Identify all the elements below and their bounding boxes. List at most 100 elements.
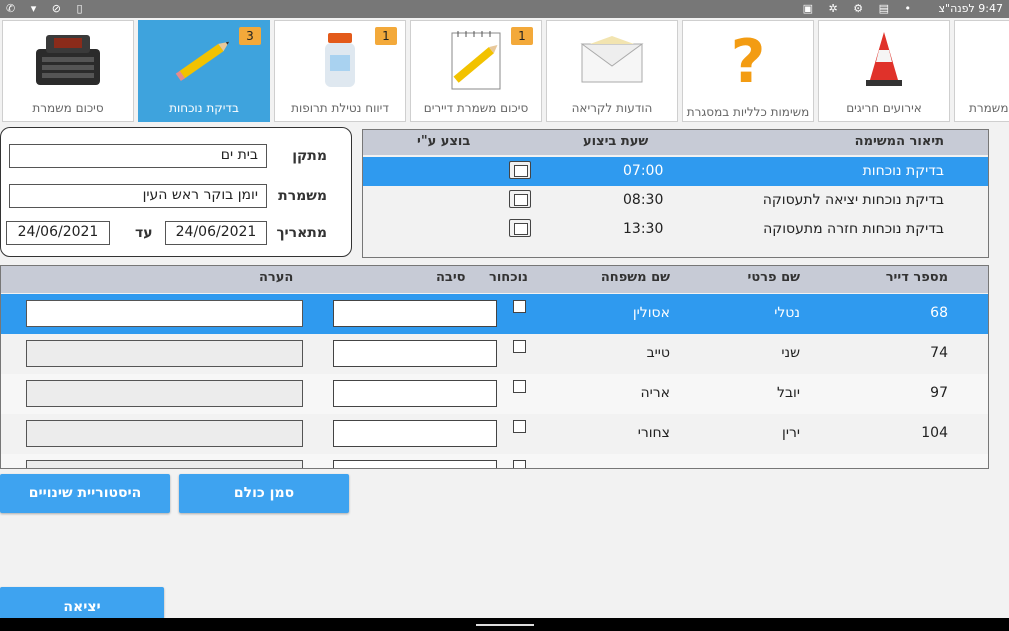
- note-input[interactable]: [26, 460, 303, 468]
- task-row[interactable]: בדיקת נוכחות חזרה מתעסוקה 13:30: [363, 215, 988, 244]
- to-date-field[interactable]: 24/06/2021: [6, 221, 110, 245]
- absent-checkbox[interactable]: [513, 420, 526, 433]
- partial-icon: ?: [955, 29, 1009, 91]
- task-description: בדיקת נוכחות: [862, 163, 944, 179]
- tile-shift[interactable]: ? משמרת: [954, 20, 1009, 122]
- note-input[interactable]: [26, 380, 303, 407]
- system-icons: ▣ ✲ ⚙ ▤ •: [802, 2, 917, 15]
- resident-first-name: ירין: [782, 425, 800, 441]
- resident-last-name: אסולין: [632, 305, 670, 321]
- tile-label: דיווח נטילת תרופות: [291, 101, 389, 115]
- envelope-icon: [547, 29, 677, 91]
- facility-field[interactable]: בית ים: [9, 144, 267, 168]
- tile-shift-summary[interactable]: סיכום משמרת: [2, 20, 134, 122]
- toolbar: סיכום משמרת 3 בדיקת נוכחות 1 דיווח נטילת…: [0, 20, 1009, 124]
- absent-checkbox[interactable]: [513, 300, 526, 313]
- mark-all-label: סמן כולם: [233, 485, 295, 501]
- task-checkbox[interactable]: [509, 190, 531, 208]
- note-input[interactable]: [26, 300, 303, 327]
- tile-incidents[interactable]: אירועים חריגים: [818, 20, 950, 122]
- tile-general-tasks[interactable]: ? משימות כלליות במסגרת: [682, 20, 814, 122]
- to-date-label: עד: [135, 225, 153, 241]
- resident-number: 74: [930, 345, 948, 361]
- svg-text:?: ?: [993, 35, 995, 74]
- task-row[interactable]: בדיקת נוכחות יציאה לתעסוקה 08:30: [363, 186, 988, 215]
- from-date-label: מתאריך: [276, 225, 327, 241]
- residents-table: מספר דייר שם פרטי שם משפחה נוכחור סיבה ה…: [0, 265, 989, 469]
- tile-label: בדיקת נוכחות: [169, 101, 239, 115]
- reason-input[interactable]: [333, 300, 497, 327]
- tile-label: משימות כלליות במסגרת: [686, 105, 810, 119]
- task-description: בדיקת נוכחות יציאה לתעסוקה: [762, 192, 944, 208]
- task-time: 07:00: [623, 163, 664, 179]
- col-reason: סיבה: [436, 270, 466, 285]
- from-date-field[interactable]: 24/06/2021: [165, 221, 267, 245]
- traffic-cone-icon: [819, 29, 949, 91]
- shift-field[interactable]: יומן בוקר ראש העין: [9, 184, 267, 208]
- reason-input[interactable]: [333, 460, 497, 468]
- resident-row-partial[interactable]: [1, 454, 988, 468]
- reason-input[interactable]: [333, 340, 497, 367]
- col-execution-time: שעת ביצוע: [583, 134, 649, 149]
- task-row[interactable]: בדיקת נוכחות 07:00: [363, 157, 988, 186]
- tile-label: משמרת: [969, 101, 1009, 115]
- svg-text:?: ?: [731, 30, 766, 90]
- question-mark-icon: ?: [683, 29, 813, 91]
- resident-first-name: שני: [781, 345, 800, 361]
- resident-last-name: אריה: [640, 385, 670, 401]
- tile-label: אירועים חריגים: [846, 101, 922, 115]
- resident-row[interactable]: 74 שני טייב: [1, 334, 988, 374]
- reason-input[interactable]: [333, 380, 497, 407]
- resident-last-name: טייב: [646, 345, 670, 361]
- tile-medication-report[interactable]: 1 דיווח נטילת תרופות: [274, 20, 406, 122]
- col-resident-number: מספר דייר: [885, 270, 948, 285]
- notification-icons: ✆ ▾ ⊘ ▯: [6, 2, 89, 15]
- absent-checkbox[interactable]: [513, 340, 526, 353]
- tile-label: סיכום משמרת דיירים: [423, 101, 529, 115]
- notepad-pencil-icon: [411, 29, 541, 91]
- pill-bottle-icon: [275, 29, 405, 91]
- task-time: 08:30: [623, 192, 664, 208]
- task-checkbox[interactable]: [509, 219, 531, 237]
- filter-panel: מתקן בית ים משמרת יומן בוקר ראש העין מתא…: [0, 127, 352, 257]
- col-first-name: שם פרטי: [747, 270, 800, 285]
- task-checkbox[interactable]: [509, 161, 531, 179]
- clock: 9:47 לפנה"צ: [938, 2, 1004, 15]
- note-input[interactable]: [26, 340, 303, 367]
- home-gesture-pill[interactable]: [476, 624, 534, 626]
- console-icon: [3, 29, 133, 91]
- shift-label: משמרת: [278, 188, 327, 204]
- resident-first-name: יובל: [777, 385, 800, 401]
- col-last-name: שם משפחה: [600, 270, 670, 285]
- absent-checkbox[interactable]: [513, 380, 526, 393]
- resident-row[interactable]: 104 ירין צחורי: [1, 414, 988, 454]
- resident-number: 104: [921, 425, 948, 441]
- navigation-bar: [0, 618, 1009, 631]
- tile-residents-shift-summary[interactable]: 1 סיכום משמרת דיירים: [410, 20, 542, 122]
- resident-row[interactable]: 68 נטלי אסולין: [1, 294, 988, 334]
- tile-attendance-check[interactable]: 3 בדיקת נוכחות: [138, 20, 270, 122]
- change-history-button[interactable]: היסטוריית שינויים: [0, 474, 170, 513]
- mark-all-button[interactable]: סמן כולם: [179, 474, 349, 513]
- tasks-table: תיאור המשימה שעת ביצוע בוצע ע"י בדיקת נו…: [362, 129, 989, 258]
- task-description: בדיקת נוכחות חזרה מתעסוקה: [763, 221, 944, 237]
- tile-label: סיכום משמרת: [32, 101, 104, 115]
- resident-last-name: צחורי: [637, 425, 670, 441]
- pencil-icon: [139, 29, 269, 91]
- resident-first-name: נטלי: [774, 305, 800, 321]
- reason-input[interactable]: [333, 420, 497, 447]
- facility-label: מתקן: [292, 148, 327, 164]
- residents-header: מספר דייר שם פרטי שם משפחה נוכחור סיבה ה…: [1, 266, 988, 293]
- resident-row[interactable]: 97 יובל אריה: [1, 374, 988, 414]
- change-history-label: היסטוריית שינויים: [28, 485, 142, 501]
- task-time: 13:30: [623, 221, 664, 237]
- absent-checkbox[interactable]: [513, 460, 526, 468]
- note-input[interactable]: [26, 420, 303, 447]
- col-task-description: תיאור המשימה: [854, 134, 944, 149]
- tile-label: הודעות לקריאה: [571, 101, 653, 115]
- exit-button[interactable]: יציאה: [0, 587, 164, 619]
- resident-number: 68: [930, 305, 948, 321]
- tasks-header: תיאור המשימה שעת ביצוע בוצע ע"י: [363, 130, 988, 155]
- col-absent: נוכחור: [489, 270, 528, 285]
- tile-messages[interactable]: הודעות לקריאה: [546, 20, 678, 122]
